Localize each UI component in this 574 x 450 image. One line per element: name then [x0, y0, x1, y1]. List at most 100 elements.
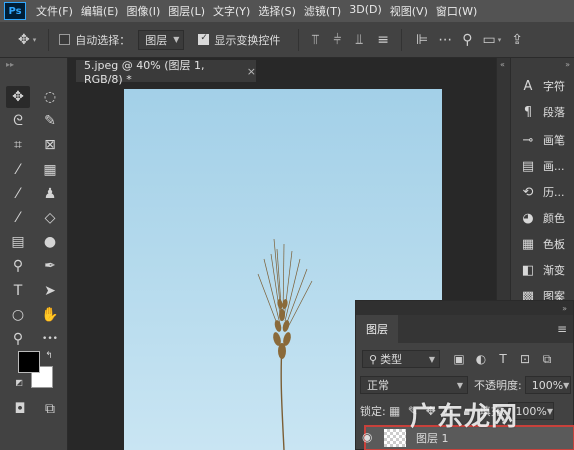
layers-panel-titlebar[interactable]: »: [356, 301, 573, 315]
document-tab[interactable]: 5.jpeg @ 40% (图层 1, RGB/8) * ×: [76, 59, 256, 86]
workspace-icon[interactable]: ▭ ▾: [482, 32, 501, 48]
menu-3d[interactable]: 3D(D): [345, 3, 386, 19]
panel-brushes[interactable]: ▤ 画...: [511, 154, 574, 178]
toolbox-grip[interactable]: ▸▸: [0, 58, 67, 78]
panel-paragraph[interactable]: ¶ 段落: [511, 100, 574, 124]
panel-gradients[interactable]: ◧ 渐变: [511, 258, 574, 282]
move-tool-preset-icon[interactable]: ✥ ▾: [18, 32, 36, 48]
swap-colors-icon[interactable]: ↰: [42, 350, 56, 362]
panel-gradients-label: 渐变: [543, 264, 565, 277]
menu-image[interactable]: 图像(I): [122, 3, 164, 19]
distribute-icon[interactable]: ≡: [377, 32, 389, 48]
search-icon: ⚲: [369, 352, 378, 366]
blend-mode-dropdown[interactable]: 正常 ▼: [360, 376, 468, 394]
chevron-down-icon: ▼: [428, 354, 435, 364]
menu-view[interactable]: 视图(V): [386, 3, 432, 19]
menu-type[interactable]: 文字(Y): [209, 3, 254, 19]
brush-tool-icon[interactable]: ⁄: [6, 183, 30, 205]
ellipse-marquee-tool-icon[interactable]: ◌: [38, 86, 62, 108]
filter-pixel-icon[interactable]: ▣: [448, 352, 470, 366]
more-options-icon[interactable]: ⋯: [438, 32, 452, 48]
menu-items: 文件(F) 编辑(E) 图像(I) 图层(L) 文字(Y) 选择(S) 滤镜(T…: [32, 3, 481, 19]
brushes-icon: ▤: [521, 158, 535, 174]
align-vertical-center-icon[interactable]: ⫩: [333, 32, 341, 48]
opacity-input[interactable]: 100% ▼: [524, 376, 571, 394]
auto-select-target-dropdown[interactable]: 图层 ▼: [138, 29, 185, 50]
chevron-down-icon: ▼: [456, 380, 463, 390]
color-icon: ◕: [522, 210, 534, 226]
menu-layer[interactable]: 图层(L): [164, 3, 209, 19]
lasso-tool-icon[interactable]: ᘓ: [6, 110, 30, 132]
panel-color-label: 颜色: [543, 212, 565, 225]
fill-value: 100%: [515, 404, 547, 418]
frame-tool-icon[interactable]: ⊠: [38, 134, 62, 156]
options-divider: [48, 28, 50, 51]
default-colors-icon[interactable]: ◩: [12, 376, 26, 388]
more-tools-icon[interactable]: •••: [38, 328, 62, 350]
align-left-icon[interactable]: ⊫: [416, 32, 428, 48]
paragraph-icon: ¶: [523, 104, 533, 120]
blur-tool-icon[interactable]: ●: [38, 231, 62, 253]
screen-mode-icon[interactable]: ⧉: [38, 398, 62, 420]
show-transform-toggle[interactable]: 显示变换控件: [198, 32, 280, 48]
collapse-icon[interactable]: »: [562, 304, 567, 313]
panel-color[interactable]: ◕ 颜色: [511, 206, 574, 230]
lock-transparent-icon[interactable]: ▦: [386, 404, 404, 418]
align-bottom-icon[interactable]: ⫫: [355, 32, 363, 48]
show-transform-label: 显示变换控件: [214, 33, 281, 47]
panel-swatches[interactable]: ▦ 色板: [511, 232, 574, 256]
pen-tool-icon[interactable]: ✒: [38, 255, 62, 277]
opacity-value: 100%: [531, 378, 564, 392]
hand-tool-icon[interactable]: ✋: [38, 304, 62, 326]
quick-mask-icon[interactable]: ◘: [8, 398, 32, 420]
eyedropper-tool-icon[interactable]: ⁄: [6, 159, 30, 181]
lock-label: 锁定:: [360, 405, 386, 418]
zoom-tool-icon[interactable]: ⚲: [6, 328, 30, 350]
panel-menu-icon[interactable]: ≡: [557, 322, 567, 336]
spot-healing-tool-icon[interactable]: ▦: [38, 159, 62, 181]
collapse-icon[interactable]: «: [500, 60, 505, 69]
panel-brush-settings[interactable]: ⊸ 画笔: [511, 128, 574, 152]
share-icon[interactable]: ⇪: [511, 32, 523, 48]
panel-swatches-label: 色板: [543, 238, 565, 251]
filter-smart-object-icon[interactable]: ⧉: [536, 352, 558, 367]
filter-adjustment-icon[interactable]: ◐: [470, 352, 492, 366]
tab-layers[interactable]: 图层: [356, 315, 398, 343]
gradient-tool-icon[interactable]: ▤: [6, 231, 30, 253]
close-icon[interactable]: ×: [247, 65, 256, 78]
history-brush-tool-icon[interactable]: ⁄: [6, 207, 30, 229]
auto-select-toggle[interactable]: 自动选择：: [59, 32, 130, 48]
dodge-tool-icon[interactable]: ⚲: [6, 255, 30, 277]
photoshop-logo: Ps: [4, 2, 26, 20]
layer-kind-filter[interactable]: ⚲ 类型 ▼: [362, 350, 440, 368]
panel-history[interactable]: ⟲ 历...: [511, 180, 574, 204]
type-tool-icon[interactable]: T: [6, 280, 30, 302]
visibility-eye-icon[interactable]: ◉: [362, 430, 372, 444]
panel-brushes-label: 画...: [543, 160, 565, 173]
move-tool-icon[interactable]: ✥: [6, 86, 30, 108]
search-icon[interactable]: ⚲: [462, 32, 472, 48]
show-transform-checkbox[interactable]: [198, 33, 210, 45]
history-icon: ⟲: [522, 184, 534, 200]
panel-character[interactable]: A 字符: [511, 74, 574, 98]
eraser-tool-icon[interactable]: ◇: [38, 207, 62, 229]
filter-shape-icon[interactable]: ⊡: [514, 352, 536, 366]
auto-select-checkbox[interactable]: [59, 34, 71, 45]
chevron-down-icon: ▼: [173, 35, 180, 44]
menu-select[interactable]: 选择(S): [254, 3, 300, 19]
path-selection-tool-icon[interactable]: ➤: [38, 280, 62, 302]
quick-selection-tool-icon[interactable]: ✎: [38, 110, 62, 132]
menu-filter[interactable]: 滤镜(T): [300, 3, 345, 19]
filter-type-icon[interactable]: T: [492, 352, 514, 366]
crop-tool-icon[interactable]: ⌗: [6, 134, 30, 156]
collapse-panels-icon[interactable]: »: [565, 60, 570, 69]
foreground-color-swatch[interactable]: [18, 351, 40, 373]
menu-window[interactable]: 窗口(W): [432, 3, 481, 19]
ellipse-shape-tool-icon[interactable]: ○: [6, 304, 30, 326]
options-divider: [298, 28, 300, 51]
menu-file[interactable]: 文件(F): [32, 3, 77, 19]
menu-edit[interactable]: 编辑(E): [77, 3, 123, 19]
opacity-label: 不透明度:: [474, 379, 522, 392]
align-top-icon[interactable]: ⫪: [311, 32, 319, 48]
stamp-tool-icon[interactable]: ♟: [38, 183, 62, 205]
